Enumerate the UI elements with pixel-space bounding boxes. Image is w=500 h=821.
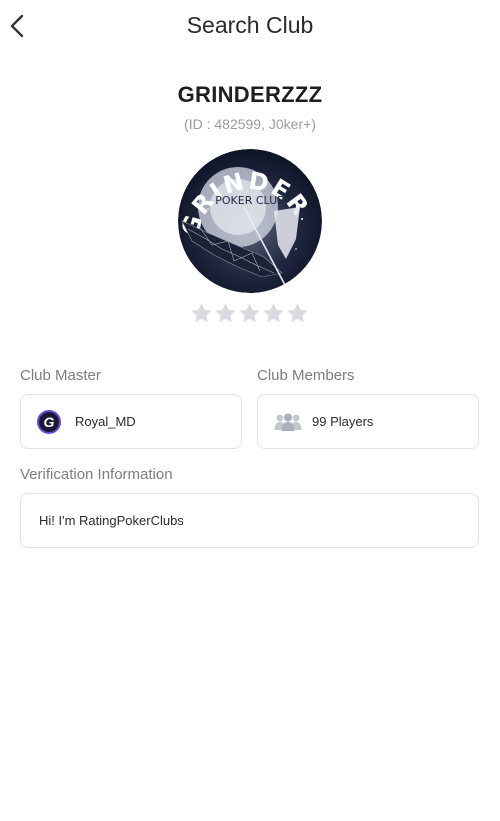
club-logo: GRINDERZ POKER CLUB — [178, 149, 322, 293]
star-icon — [191, 303, 212, 323]
club-id: (ID : 482599, J0ker+) — [184, 116, 316, 132]
avatar: G — [37, 409, 61, 434]
logo-subtitle-text: POKER CLUB — [215, 194, 284, 207]
club-master-label: Club Master — [20, 367, 101, 384]
page-title: Search Club — [186, 12, 314, 38]
header-bar: Search Club — [0, 0, 500, 56]
star-icon — [263, 303, 284, 323]
star-icon — [287, 303, 308, 323]
rating-stars — [190, 302, 310, 326]
club-members-label: Club Members — [257, 367, 355, 384]
club-master-card[interactable]: G Royal_MD — [20, 394, 242, 449]
verification-text: Hi! I'm RatingPokerClubs — [39, 513, 184, 528]
star-icon — [215, 303, 236, 323]
verification-label: Verification Information — [20, 466, 173, 483]
star-icon — [239, 303, 260, 323]
people-icon — [274, 413, 302, 431]
verification-info-box[interactable]: Hi! I'm RatingPokerClubs — [20, 493, 479, 548]
club-members-count: 99 Players — [312, 414, 374, 429]
club-master-name: Royal_MD — [75, 414, 136, 429]
club-members-card[interactable]: 99 Players — [257, 394, 479, 449]
club-name: GRINDERZZZ — [177, 82, 323, 107]
